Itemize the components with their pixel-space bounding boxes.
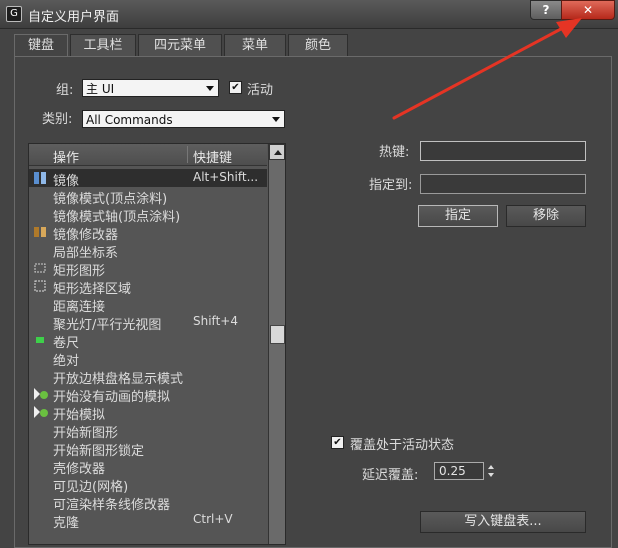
window-title: 自定义用户界面 [28, 10, 120, 25]
list-item-label: 克隆 [53, 516, 80, 531]
list-item[interactable]: 开始新图形 [29, 421, 267, 441]
active-checkbox[interactable]: ✔ [229, 81, 242, 94]
title-bar: G 自定义用户界面 ? ✕ [0, 0, 618, 29]
rectangle-icon [34, 262, 46, 274]
tab-menus[interactable]: 菜单 [224, 34, 286, 56]
chevron-down-icon [206, 86, 214, 91]
list-item[interactable]: 开放边棋盘格显示模式 [29, 367, 267, 387]
list-item[interactable]: 开始新图形锁定 [29, 439, 267, 459]
list-item[interactable]: 距离连接 [29, 295, 267, 315]
delay-spinner-input[interactable]: 0.25 [434, 462, 484, 480]
action-list[interactable]: 操作 快捷键 镜像 Alt+Shift... 镜像模式(顶点涂料) 镜像模式轴(… [28, 143, 286, 545]
list-item[interactable]: 开始没有动画的模拟 [29, 385, 267, 405]
list-item-shortcut: Ctrl+V [193, 512, 233, 526]
list-header: 操作 快捷键 [29, 144, 267, 166]
list-item[interactable]: 绝对 [29, 349, 267, 369]
list-item[interactable]: 局部坐标系 [29, 241, 267, 261]
list-item[interactable]: 克隆 Ctrl+V [29, 511, 267, 531]
tab-colors[interactable]: 颜色 [288, 34, 348, 56]
assigned-to-field[interactable] [420, 174, 586, 194]
list-item[interactable]: 聚光灯/平行光视图 Shift+4 [29, 313, 267, 333]
list-item[interactable]: 壳修改器 [29, 457, 267, 477]
play-gear-icon [34, 388, 48, 400]
delay-label: 延迟覆盖: [362, 468, 419, 483]
spinner-up-icon[interactable] [488, 465, 494, 469]
mirror-modifier-icon [34, 226, 46, 238]
list-item[interactable]: 开始模拟 [29, 403, 267, 423]
column-shortcut-header[interactable]: 快捷键 [193, 147, 232, 166]
tab-quad-menus[interactable]: 四元菜单 [138, 34, 222, 56]
tab-keyboard[interactable]: 键盘 [14, 34, 68, 58]
group-label: 组: [56, 83, 74, 98]
rect-select-icon [34, 280, 46, 292]
category-value: All Commands [86, 113, 173, 127]
assigned-to-label: 指定到: [369, 178, 413, 193]
tab-toolbars[interactable]: 工具栏 [70, 34, 136, 56]
close-button[interactable]: ✕ [561, 0, 615, 20]
list-item-shortcut: Alt+Shift... [193, 170, 259, 184]
assign-button[interactable]: 指定 [418, 205, 498, 227]
list-item[interactable]: 矩形图形 [29, 259, 267, 279]
tape-icon [34, 334, 46, 346]
delay-value: 0.25 [439, 464, 466, 478]
list-item[interactable]: 镜像修改器 [29, 223, 267, 243]
mirror-icon [34, 172, 46, 184]
list-item[interactable]: 镜像模式轴(顶点涂料) [29, 205, 267, 225]
header-divider [187, 146, 188, 163]
group-value: 主 UI [86, 82, 115, 96]
active-label: 活动 [247, 83, 274, 98]
list-item[interactable]: 可见边(网格) [29, 475, 267, 495]
list-item[interactable]: 镜像模式(顶点涂料) [29, 187, 267, 207]
play-gear-icon [34, 406, 48, 418]
help-button[interactable]: ? [530, 0, 562, 20]
chevron-down-icon [272, 117, 280, 122]
write-keyboard-chart-button[interactable]: 写入键盘表... [420, 511, 586, 533]
list-item[interactable]: 矩形选择区域 [29, 277, 267, 297]
spinner-down-icon[interactable] [488, 473, 494, 477]
group-dropdown[interactable]: 主 UI [82, 79, 219, 97]
list-item[interactable]: 卷尺 [29, 331, 267, 351]
list-item[interactable]: 可渲染样条线修改器 [29, 493, 267, 513]
delay-spinner-arrows[interactable] [486, 462, 498, 480]
column-action-header[interactable]: 操作 [53, 147, 79, 166]
override-checkbox[interactable]: ✔ [331, 436, 344, 449]
category-dropdown[interactable]: All Commands [82, 110, 285, 128]
category-label: 类别: [42, 112, 73, 127]
app-icon: G [6, 6, 22, 22]
override-label: 覆盖处于活动状态 [350, 438, 455, 453]
hotkey-label: 热键: [379, 145, 410, 160]
remove-button[interactable]: 移除 [506, 205, 586, 227]
list-item[interactable]: 镜像 Alt+Shift... [29, 169, 267, 189]
hotkey-field[interactable] [420, 141, 586, 161]
scroll-up-icon[interactable] [269, 144, 285, 160]
list-item-shortcut: Shift+4 [193, 314, 238, 328]
scroll-thumb[interactable] [270, 325, 285, 344]
list-scrollbar[interactable] [268, 144, 285, 544]
